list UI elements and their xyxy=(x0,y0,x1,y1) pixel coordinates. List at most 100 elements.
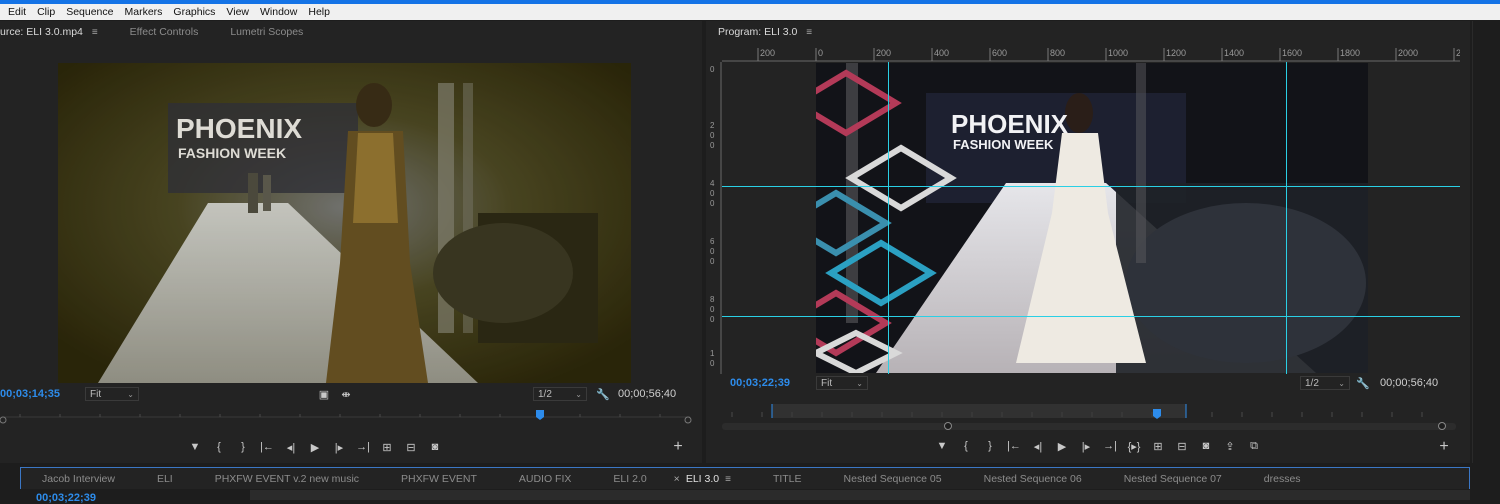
step-back-icon[interactable]: ◂| xyxy=(279,441,303,454)
export-frame-icon[interactable]: ▣ xyxy=(316,386,332,402)
program-fit-select[interactable]: Fit ⌄ xyxy=(816,376,868,390)
seq-tab-eli-2[interactable]: ELI 2.0 xyxy=(592,473,667,485)
program-resolution-select[interactable]: 1/2 ⌄ xyxy=(1300,376,1350,390)
seq-tab-nested-05[interactable]: Nested Sequence 05 xyxy=(823,473,963,485)
add-marker-icon[interactable]: ▼ xyxy=(183,441,207,453)
svg-text:0: 0 xyxy=(710,65,715,74)
out-point-handle[interactable] xyxy=(684,416,692,424)
go-to-in-icon[interactable]: |← xyxy=(255,441,279,453)
seq-tab-audio-fix[interactable]: AUDIO FIX xyxy=(498,473,593,485)
play-in-to-out-icon[interactable]: {▸} xyxy=(1122,440,1146,453)
seq-tab-eli-3[interactable]: × ELI 3.0 ≡ xyxy=(668,473,752,485)
camera-icon[interactable]: ◙ xyxy=(423,441,447,453)
seq-tab-nested-07[interactable]: Nested Sequence 07 xyxy=(1103,473,1243,485)
wrench-icon[interactable]: 🔧 xyxy=(1355,375,1371,391)
svg-text:800: 800 xyxy=(1050,48,1065,58)
program-resolution-value: 1/2 xyxy=(1305,377,1319,389)
svg-text:400: 400 xyxy=(934,48,949,58)
menu-markers[interactable]: Markers xyxy=(124,6,162,18)
step-back-icon[interactable]: ◂| xyxy=(1026,440,1050,453)
menu-sequence[interactable]: Sequence xyxy=(66,6,113,18)
step-forward-icon[interactable]: |▸ xyxy=(327,441,351,454)
guide-line-horizontal[interactable] xyxy=(722,316,1460,317)
zoom-handle-left[interactable] xyxy=(944,422,952,430)
menu-window[interactable]: Window xyxy=(260,6,297,18)
mark-in-icon[interactable]: { xyxy=(954,440,978,452)
overwrite-icon[interactable]: ⊟ xyxy=(399,441,423,454)
playhead-icon[interactable] xyxy=(536,410,544,420)
svg-text:0: 0 xyxy=(710,141,715,150)
step-forward-icon[interactable]: |▸ xyxy=(1074,440,1098,453)
source-resolution-select[interactable]: 1/2 ⌄ xyxy=(533,387,587,401)
seq-tab-nested-06[interactable]: Nested Sequence 06 xyxy=(963,473,1103,485)
comparison-view-icon[interactable]: ⧉ xyxy=(1242,440,1266,453)
svg-text:1600: 1600 xyxy=(1282,48,1302,58)
go-to-out-icon[interactable]: →| xyxy=(1098,440,1122,452)
svg-text:0: 0 xyxy=(710,247,715,256)
svg-text:8: 8 xyxy=(710,295,715,304)
seq-tab-dresses[interactable]: dresses xyxy=(1243,473,1322,485)
svg-text:4: 4 xyxy=(710,179,715,188)
timeline-ruler[interactable] xyxy=(250,490,1470,500)
guide-line-horizontal[interactable] xyxy=(722,186,1460,187)
camera-icon[interactable]: ◙ xyxy=(1194,440,1218,452)
svg-text:0: 0 xyxy=(710,359,715,368)
play-icon[interactable]: ▶ xyxy=(303,441,327,454)
source-current-timecode[interactable]: 00;03;14;35 xyxy=(0,388,60,400)
menu-help[interactable]: Help xyxy=(308,6,330,18)
tab-effect-controls[interactable]: Effect Controls xyxy=(114,26,215,38)
add-button-icon[interactable]: + xyxy=(670,438,686,455)
tab-source[interactable]: urce: ELI 3.0.mp4 ≡ xyxy=(0,26,114,38)
mark-out-icon[interactable]: } xyxy=(231,441,255,453)
seq-tab-phxfw-event-v2[interactable]: PHXFW EVENT v.2 new music xyxy=(194,473,380,485)
tab-program[interactable]: Program: ELI 3.0 ≡ xyxy=(706,26,828,38)
source-scrubber[interactable] xyxy=(0,408,702,424)
lift-icon[interactable]: ⊞ xyxy=(1146,440,1170,453)
chevron-down-icon: ⌄ xyxy=(856,378,863,388)
settings-arrows-icon[interactable]: ⇼ xyxy=(338,386,354,402)
mark-out-icon[interactable]: } xyxy=(978,440,1002,452)
tab-lumetri-scopes[interactable]: Lumetri Scopes xyxy=(214,26,319,38)
seq-tab-jacob-interview[interactable]: Jacob Interview xyxy=(21,473,136,485)
chevron-down-icon: ⌄ xyxy=(575,389,582,399)
source-fit-select[interactable]: Fit ⌄ xyxy=(85,387,139,401)
add-button-icon[interactable]: + xyxy=(1436,438,1452,455)
source-video-frame[interactable]: PHOENIX FASHION WEEK xyxy=(58,63,631,383)
guide-line-vertical[interactable] xyxy=(1286,62,1287,374)
seq-tab-eli-3-label: ELI 3.0 xyxy=(685,472,720,485)
zoom-scrollbar[interactable] xyxy=(722,423,1456,430)
go-to-in-icon[interactable]: |← xyxy=(1002,440,1026,452)
add-marker-icon[interactable]: ▼ xyxy=(930,440,954,452)
extract-icon[interactable]: ⊟ xyxy=(1170,440,1194,453)
guide-line-vertical[interactable] xyxy=(888,62,889,374)
close-icon[interactable]: × xyxy=(674,473,680,485)
go-to-out-icon[interactable]: →| xyxy=(351,441,375,453)
in-out-range[interactable] xyxy=(772,404,1186,418)
ruler-horizontal: 200 0 200 400 600 800 1000 1200 1400 160… xyxy=(722,46,1460,62)
zoom-handle-right[interactable] xyxy=(1438,422,1446,430)
menu-edit[interactable]: Edit xyxy=(8,6,26,18)
seq-tab-title[interactable]: TITLE xyxy=(752,473,823,485)
insert-icon[interactable]: ⊞ xyxy=(375,441,399,454)
menu-graphics[interactable]: Graphics xyxy=(173,6,215,18)
program-scrubber[interactable] xyxy=(722,404,1462,432)
timeline-timecode[interactable]: 00;03;22;39 xyxy=(36,492,96,504)
share-icon[interactable]: ⇪ xyxy=(1218,440,1242,453)
wrench-icon[interactable]: 🔧 xyxy=(595,386,611,402)
svg-text:0: 0 xyxy=(710,315,715,324)
panel-menu-icon[interactable]: ≡ xyxy=(725,474,731,485)
panel-menu-icon[interactable]: ≡ xyxy=(92,27,98,38)
seq-tab-eli[interactable]: ELI xyxy=(136,473,194,485)
panel-menu-icon[interactable]: ≡ xyxy=(806,27,812,38)
svg-text:1: 1 xyxy=(710,349,715,358)
program-current-timecode[interactable]: 00;03;22;39 xyxy=(730,377,790,389)
play-icon[interactable]: ▶ xyxy=(1050,440,1074,453)
menu-clip[interactable]: Clip xyxy=(37,6,55,18)
menu-view[interactable]: View xyxy=(226,6,249,18)
mark-in-icon[interactable]: { xyxy=(207,441,231,453)
program-transport-controls: ▼ { } |← ◂| ▶ |▸ →| {▸} ⊞ ⊟ ◙ ⇪ ⧉ xyxy=(930,437,1266,455)
seq-tab-phxfw-event[interactable]: PHXFW EVENT xyxy=(380,473,498,485)
sequence-tabs: Jacob Interview ELI PHXFW EVENT v.2 new … xyxy=(20,467,1470,489)
in-point-handle[interactable] xyxy=(0,416,7,424)
program-monitor-panel: Program: ELI 3.0 ≡ 200 0 200 400 600 800… xyxy=(706,21,1470,463)
